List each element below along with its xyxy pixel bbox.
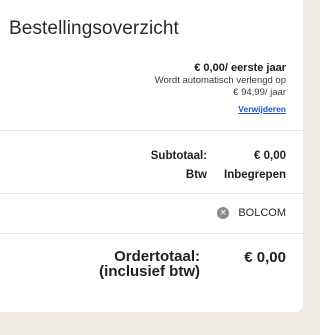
item-price-block: € 0,00/ eerste jaar Wordt automatisch ve…: [155, 62, 286, 117]
vat-value: Inbegrepen: [224, 169, 286, 181]
order-total-label-line1: Ordertotaal:: [114, 248, 200, 265]
vat-label: Btw: [185, 169, 207, 181]
order-total-value: € 0,00: [244, 249, 286, 266]
coupon-code: BOLCOM: [238, 207, 286, 219]
renew-text: Wordt automatisch verlengd op: [154, 75, 286, 87]
close-circle-icon[interactable]: ×: [217, 207, 230, 219]
divider: [0, 233, 303, 234]
coupon-tag: × BOLCOM: [217, 207, 286, 219]
remove-item-link[interactable]: Verwijderen: [238, 104, 286, 114]
order-summary-card: Bestellingsoverzicht € 0,00/ eerste jaar…: [0, 0, 303, 312]
subtotal-label: Subtotaal:: [150, 150, 207, 162]
renew-price: € 94,99/ jaar: [233, 86, 286, 98]
divider: [0, 193, 303, 194]
divider: [0, 130, 303, 131]
subtotal-value: € 0,00: [254, 150, 286, 162]
order-total-label-line2: (inclusief btw): [99, 263, 200, 280]
order-total-label: Ordertotaal: (inclusief btw): [99, 249, 200, 279]
summary-title: Bestellingsoverzicht: [9, 18, 179, 39]
item-price: € 0,00/ eerste jaar: [194, 62, 286, 74]
